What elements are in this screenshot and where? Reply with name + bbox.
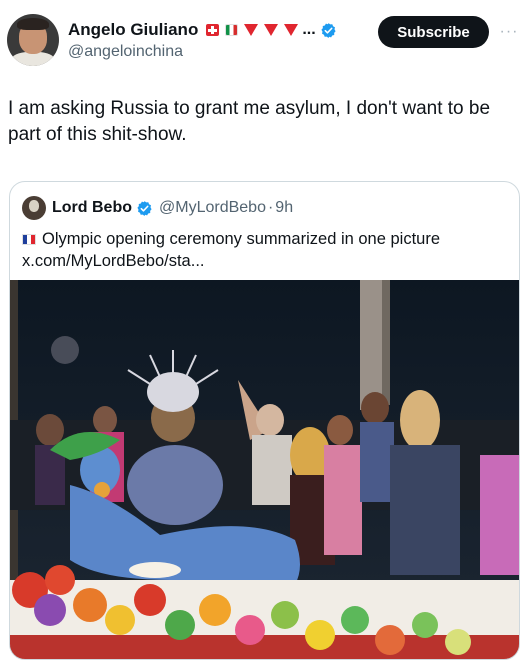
distant-light	[51, 336, 79, 364]
author-name-row: Angelo Giuliano ...	[68, 18, 337, 42]
quoted-post-header: Lord Bebo @MyLordBebo · 9h	[22, 196, 293, 220]
stone-column	[360, 280, 382, 410]
quoted-post-image[interactable]	[10, 280, 519, 659]
red-triangle-icon	[244, 24, 259, 36]
silver-crown	[147, 372, 199, 412]
verified-badge-icon	[137, 200, 152, 216]
post-text: I am asking Russia to grant me asylum, I…	[8, 98, 491, 145]
france-flag-icon	[22, 234, 36, 245]
subscribe-button[interactable]: Subscribe	[378, 16, 489, 48]
quoted-post-card[interactable]: Lord Bebo @MyLordBebo · 9h Olympic openi…	[9, 181, 520, 660]
quoted-post-text: Olympic opening ceremony summarized in o…	[42, 230, 441, 248]
red-triangle-icon	[284, 24, 299, 36]
author-display-name[interactable]: Angelo Giuliano	[68, 20, 198, 40]
quoted-author-avatar[interactable]	[22, 196, 46, 220]
author-handle[interactable]: @angeloinchina	[68, 43, 183, 61]
ceremony-photo-illustration	[10, 280, 519, 659]
swiss-flag-icon	[206, 24, 220, 36]
name-truncation-ellipsis: ...	[302, 21, 316, 38]
red-triangle-icon	[264, 24, 279, 36]
post-header: Angelo Giuliano ... @angeloinchina Subsc…	[0, 0, 524, 80]
verified-badge-icon	[321, 22, 336, 38]
quoted-post-link[interactable]: x.com/MyLordBebo/sta...	[22, 250, 512, 272]
quoted-author-name[interactable]: Lord Bebo	[52, 199, 132, 217]
author-avatar[interactable]	[7, 14, 59, 66]
quoted-post-text-block: Olympic opening ceremony summarized in o…	[22, 228, 512, 272]
quoted-post-time[interactable]: 9h	[275, 199, 293, 217]
quoted-author-handle[interactable]: @MyLordBebo	[159, 199, 266, 217]
italy-flag-icon	[225, 24, 239, 36]
more-options-icon[interactable]: ···	[498, 16, 520, 48]
time-separator: ·	[267, 199, 274, 216]
